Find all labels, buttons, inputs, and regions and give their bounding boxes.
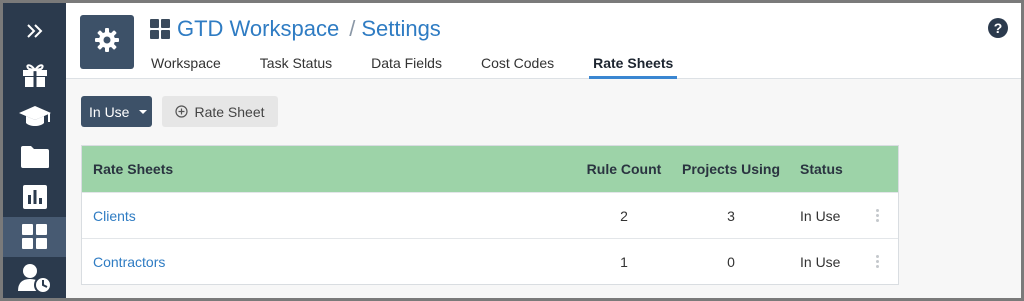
sidebar-item-timesheets[interactable] — [3, 258, 66, 298]
caret-down-icon — [139, 109, 148, 114]
user-clock-icon — [17, 263, 52, 293]
rate-sheet-link[interactable]: Contractors — [93, 254, 165, 270]
breadcrumb: GTD Workspace / Settings — [150, 15, 441, 43]
add-rate-sheet-button[interactable]: Rate Sheet — [162, 96, 278, 127]
rate-sheet-link[interactable]: Clients — [93, 208, 136, 224]
row-menu-button[interactable] — [872, 239, 882, 284]
sidebar-item-files[interactable] — [3, 137, 66, 177]
sidebar-item-reports[interactable] — [3, 177, 66, 217]
table-header: Rate Sheets Rule Count Projects Using St… — [82, 146, 898, 192]
in-use-filter-dropdown[interactable]: In Use — [81, 96, 152, 127]
sidebar-item-training[interactable] — [3, 96, 66, 136]
sidebar — [3, 3, 66, 298]
breadcrumb-workspace-link[interactable]: GTD Workspace — [177, 16, 339, 42]
projects-using-cell: 0 — [727, 253, 735, 270]
kebab-menu-icon — [875, 254, 879, 269]
workspace-grid-icon — [150, 18, 171, 40]
rule-count-cell: 1 — [620, 253, 628, 270]
tab-cost-codes[interactable]: Cost Codes — [481, 48, 554, 78]
tab-data-fields[interactable]: Data Fields — [371, 48, 442, 78]
kebab-menu-icon — [875, 208, 879, 223]
table-row: Contractors 1 0 In Use — [82, 238, 898, 284]
projects-using-cell: 3 — [727, 207, 735, 224]
sidebar-item-gifts[interactable] — [3, 55, 66, 95]
column-header-status: Status — [800, 161, 843, 177]
table-row: Clients 2 3 In Use — [82, 192, 898, 238]
tab-workspace[interactable]: Workspace — [151, 48, 221, 78]
column-header-rate-sheets: Rate Sheets — [93, 161, 174, 177]
settings-tabs: Workspace Task Status Data Fields Cost C… — [151, 48, 712, 79]
tab-task-status[interactable]: Task Status — [260, 48, 332, 78]
rate-sheets-table: Rate Sheets Rule Count Projects Using St… — [81, 145, 899, 285]
sidebar-item-workspace[interactable] — [3, 217, 66, 257]
breadcrumb-settings-link[interactable]: Settings — [361, 16, 441, 42]
graduation-cap-icon — [18, 104, 52, 128]
column-header-rule-count: Rule Count — [586, 161, 662, 177]
row-menu-button[interactable] — [872, 193, 882, 238]
column-header-projects-using: Projects Using — [681, 161, 781, 177]
expand-icon — [26, 23, 44, 39]
add-rate-sheet-label: Rate Sheet — [194, 103, 265, 120]
bar-chart-icon — [22, 185, 47, 209]
filter-dropdown-label: In Use — [89, 103, 130, 120]
folder-icon — [20, 145, 50, 169]
status-cell: In Use — [800, 253, 841, 270]
page-header: GTD Workspace / Settings Workspace Task … — [66, 3, 1021, 79]
grid-icon — [21, 224, 48, 250]
breadcrumb-separator: / — [349, 16, 356, 41]
rule-count-cell: 2 — [620, 207, 628, 224]
status-cell: In Use — [800, 207, 841, 224]
tab-rate-sheets[interactable]: Rate Sheets — [589, 48, 678, 79]
app-window: GTD Workspace / Settings Workspace Task … — [3, 3, 1021, 298]
plus-circle-icon — [175, 105, 189, 118]
gift-icon — [21, 62, 49, 88]
help-icon[interactable]: ? — [988, 18, 1008, 38]
sidebar-expand-button[interactable] — [3, 11, 66, 51]
gear-icon — [94, 27, 120, 58]
settings-badge — [80, 15, 134, 69]
